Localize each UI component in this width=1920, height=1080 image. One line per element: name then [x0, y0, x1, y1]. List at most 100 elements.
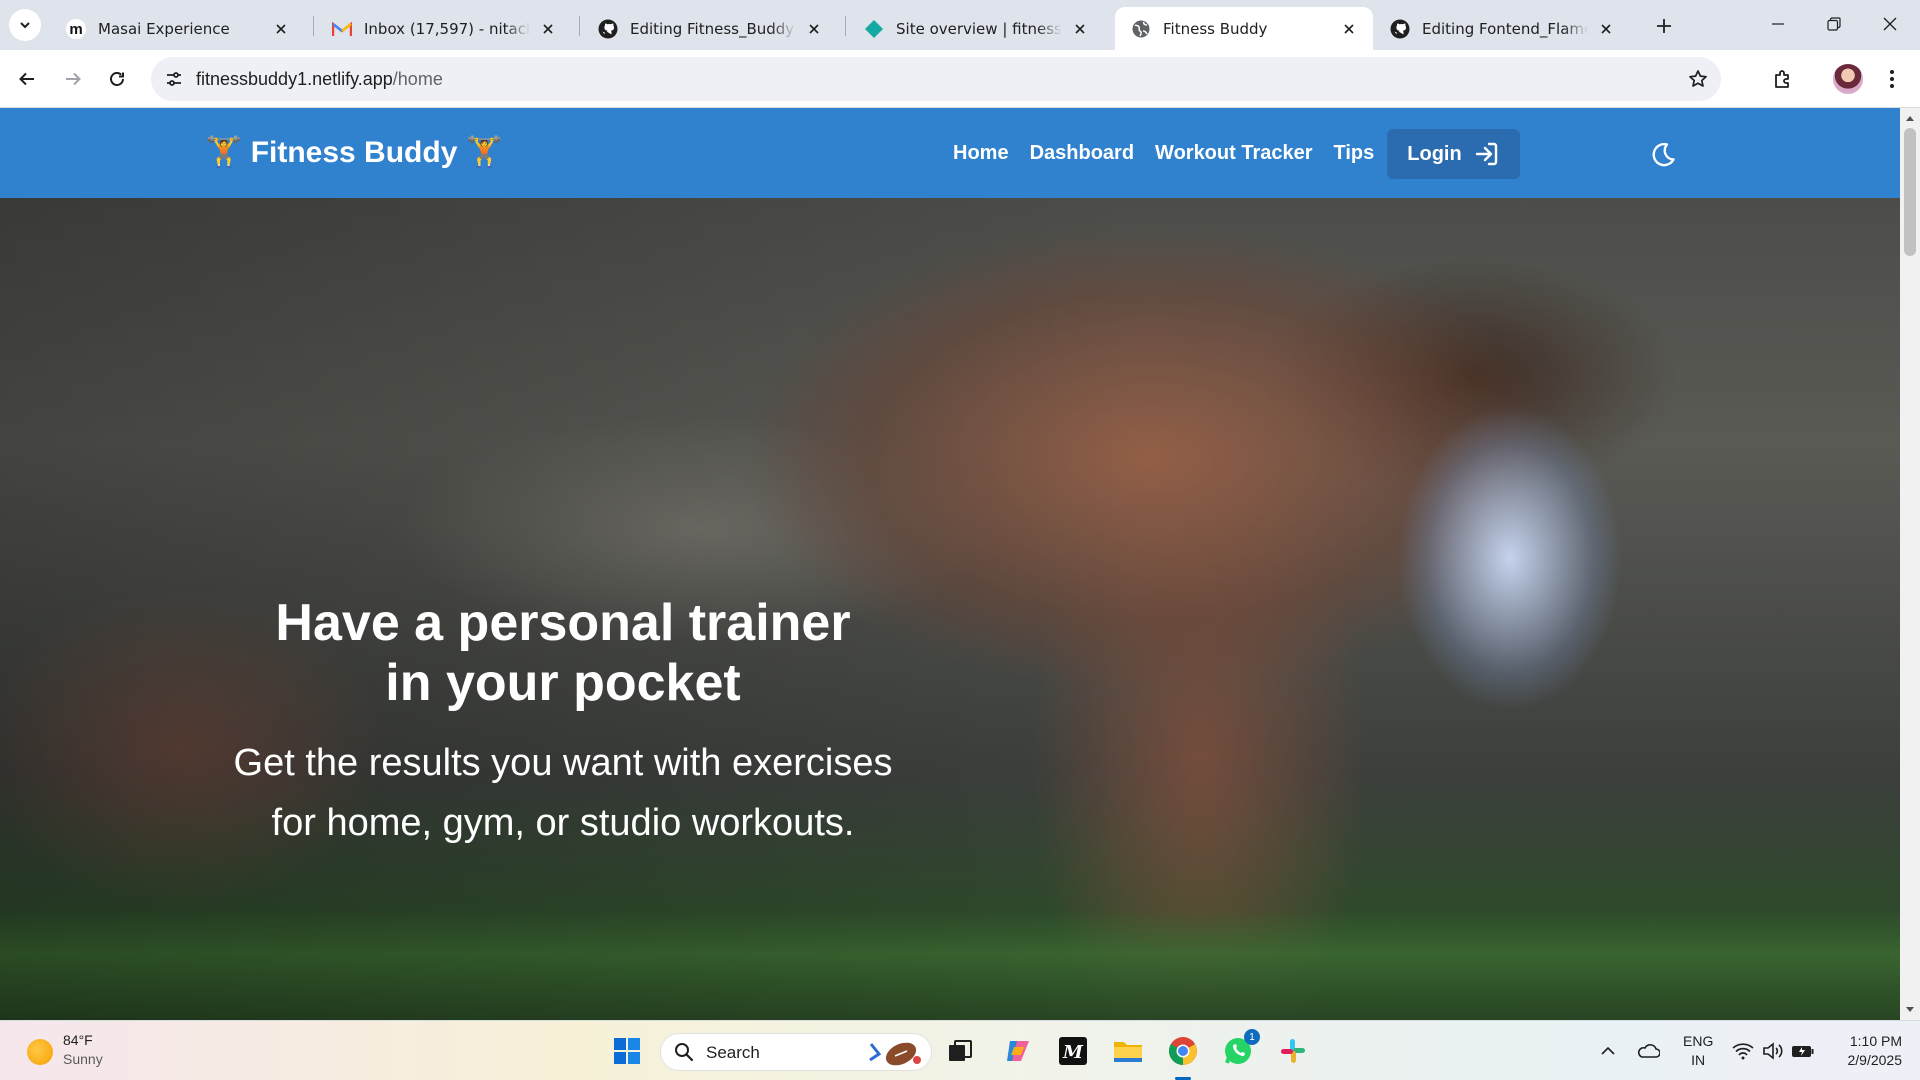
- address-bar[interactable]: fitnessbuddy1.netlify.app/home: [151, 57, 1721, 101]
- new-tab-button[interactable]: [1650, 12, 1678, 40]
- tab-strip: m Masai Experience Inbox (17,597) - nita…: [0, 0, 1920, 50]
- page-scrollbar[interactable]: [1900, 108, 1920, 1020]
- close-icon[interactable]: [804, 19, 824, 39]
- taskbar-search-label: Search: [706, 1043, 760, 1062]
- clock-date: 2/9/2025: [1847, 1052, 1903, 1068]
- tab-title: Editing Fitness_Buddy/README.md: [630, 19, 796, 38]
- tab-divider: [313, 16, 314, 36]
- masai-icon: m: [66, 18, 86, 39]
- tab-fitness-buddy[interactable]: Fitness Buddy: [1115, 7, 1373, 50]
- weather-temperature[interactable]: 84°F: [63, 1032, 93, 1048]
- volume-icon[interactable]: [1761, 1039, 1785, 1063]
- globe-icon: [1131, 19, 1151, 39]
- weather-description[interactable]: Sunny: [63, 1051, 103, 1067]
- tab-title: Fitness Buddy: [1163, 19, 1268, 38]
- login-arrow-icon: [1475, 142, 1497, 166]
- nav-link-workout-tracker[interactable]: Workout Tracker: [1155, 142, 1312, 165]
- whatsapp-icon[interactable]: 1: [1220, 1029, 1260, 1069]
- tab-title: Site overview | fitnessbuddy1: [896, 19, 1062, 38]
- svg-text:m: m: [69, 21, 82, 38]
- windows-taskbar: 84°F Sunny Search M 1 ENG IN 1:10 PM 2/9…: [0, 1020, 1920, 1080]
- page-viewport: 🏋️ Fitness Buddy 🏋️ Home Dashboard Worko…: [0, 108, 1900, 1020]
- profile-avatar[interactable]: [1833, 64, 1863, 94]
- restore-icon: [1827, 17, 1841, 31]
- scrollbar-thumb[interactable]: [1904, 128, 1916, 256]
- taskbar-search-box[interactable]: Search: [660, 1033, 932, 1071]
- tab-github-fontend[interactable]: Editing Fontend_Flames/README.md: [1374, 7, 1630, 50]
- battery-charging-icon[interactable]: [1791, 1039, 1815, 1063]
- hero-subtitle-line-1: Get the results you want with exercises: [233, 742, 893, 784]
- tab-title: Inbox (17,597) - nitachaudhary: [364, 19, 530, 38]
- restore-button[interactable]: [1806, 0, 1862, 48]
- site-settings-icon[interactable]: [161, 66, 187, 92]
- bookmark-star-icon[interactable]: [1685, 66, 1711, 92]
- sun-weather-icon[interactable]: [27, 1039, 53, 1065]
- chevron-up-icon[interactable]: [1596, 1039, 1620, 1063]
- netlify-icon: [864, 19, 884, 39]
- slack-icon[interactable]: [1275, 1033, 1311, 1069]
- tab-masai[interactable]: m Masai Experience: [50, 7, 305, 50]
- close-icon: [1883, 17, 1897, 31]
- plus-icon: [1657, 19, 1671, 33]
- kebab-menu-icon[interactable]: [1880, 63, 1904, 95]
- hero-section: Have a personal trainer in your pocket G…: [0, 198, 1900, 1020]
- tab-netlify[interactable]: Site overview | fitnessbuddy1: [848, 7, 1104, 50]
- input-language-indicator[interactable]: ENG IN: [1683, 1032, 1713, 1070]
- nav-link-home[interactable]: Home: [953, 142, 1009, 165]
- tab-search-button[interactable]: [9, 9, 41, 41]
- browser-toolbar: fitnessbuddy1.netlify.app/home: [0, 50, 1920, 108]
- reload-button[interactable]: [101, 63, 133, 95]
- hero-title-line-1: Have a personal trainer: [275, 594, 851, 652]
- copilot-icon[interactable]: [1000, 1033, 1036, 1069]
- scroll-up-arrow-icon[interactable]: [1900, 110, 1920, 126]
- tab-divider: [845, 16, 846, 36]
- file-explorer-icon[interactable]: [1110, 1033, 1146, 1069]
- tab-gmail[interactable]: Inbox (17,597) - nitachaudhary: [316, 7, 572, 50]
- site-nav-links: Home Dashboard Workout Tracker Tips: [953, 142, 1374, 165]
- clock-time: 1:10 PM: [1849, 1033, 1902, 1049]
- back-button[interactable]: [11, 63, 43, 95]
- tab-divider: [579, 16, 580, 36]
- nav-link-dashboard[interactable]: Dashboard: [1030, 142, 1134, 165]
- svg-text:M: M: [1062, 1042, 1084, 1063]
- language-code: ENG: [1683, 1033, 1714, 1049]
- search-highlight-football-icon: [869, 1042, 921, 1066]
- site-brand-logo[interactable]: 🏋️ Fitness Buddy 🏋️: [205, 135, 503, 170]
- wifi-icon[interactable]: [1731, 1039, 1755, 1063]
- windows-start-icon[interactable]: [609, 1033, 645, 1069]
- minimize-icon: [1772, 23, 1784, 25]
- tab-title: Editing Fontend_Flames/README.md: [1422, 19, 1588, 38]
- chrome-icon[interactable]: [1165, 1033, 1201, 1069]
- close-window-button[interactable]: [1862, 0, 1918, 48]
- tab-title: Masai Experience: [98, 19, 230, 38]
- language-region: IN: [1691, 1052, 1706, 1068]
- notification-badge: 1: [1244, 1029, 1260, 1045]
- hero-subtitle: Get the results you want with exercises …: [163, 733, 963, 853]
- nav-link-tips[interactable]: Tips: [1334, 142, 1375, 165]
- hero-text-block: Have a personal trainer in your pocket G…: [163, 593, 963, 853]
- github-icon: [598, 19, 618, 39]
- arrow-right-icon: [66, 72, 81, 86]
- system-clock[interactable]: 1:10 PM 2/9/2025: [1832, 1032, 1903, 1070]
- scroll-down-arrow-icon[interactable]: [1900, 1002, 1920, 1018]
- search-icon: [675, 1043, 694, 1062]
- close-icon[interactable]: [271, 19, 291, 39]
- onedrive-cloud-icon[interactable]: [1636, 1039, 1660, 1063]
- medium-app-icon[interactable]: M: [1055, 1033, 1091, 1069]
- close-icon[interactable]: [1339, 19, 1359, 39]
- arrow-left-icon: [19, 72, 34, 86]
- close-icon[interactable]: [538, 19, 558, 39]
- task-view-icon[interactable]: [942, 1033, 978, 1069]
- login-button[interactable]: Login: [1387, 129, 1520, 179]
- login-button-label: Login: [1407, 142, 1462, 165]
- hero-title: Have a personal trainer in your pocket: [163, 593, 963, 713]
- close-icon[interactable]: [1596, 19, 1616, 39]
- dark-mode-moon-icon[interactable]: [1648, 140, 1678, 170]
- url-text: fitnessbuddy1.netlify.app/home: [196, 69, 443, 90]
- minimize-button[interactable]: [1750, 0, 1806, 48]
- forward-button[interactable]: [57, 63, 89, 95]
- tab-github-fitness[interactable]: Editing Fitness_Buddy/README.md: [582, 7, 838, 50]
- hero-title-line-2: in your pocket: [385, 654, 741, 712]
- extensions-puzzle-icon[interactable]: [1766, 62, 1800, 96]
- close-icon[interactable]: [1070, 19, 1090, 39]
